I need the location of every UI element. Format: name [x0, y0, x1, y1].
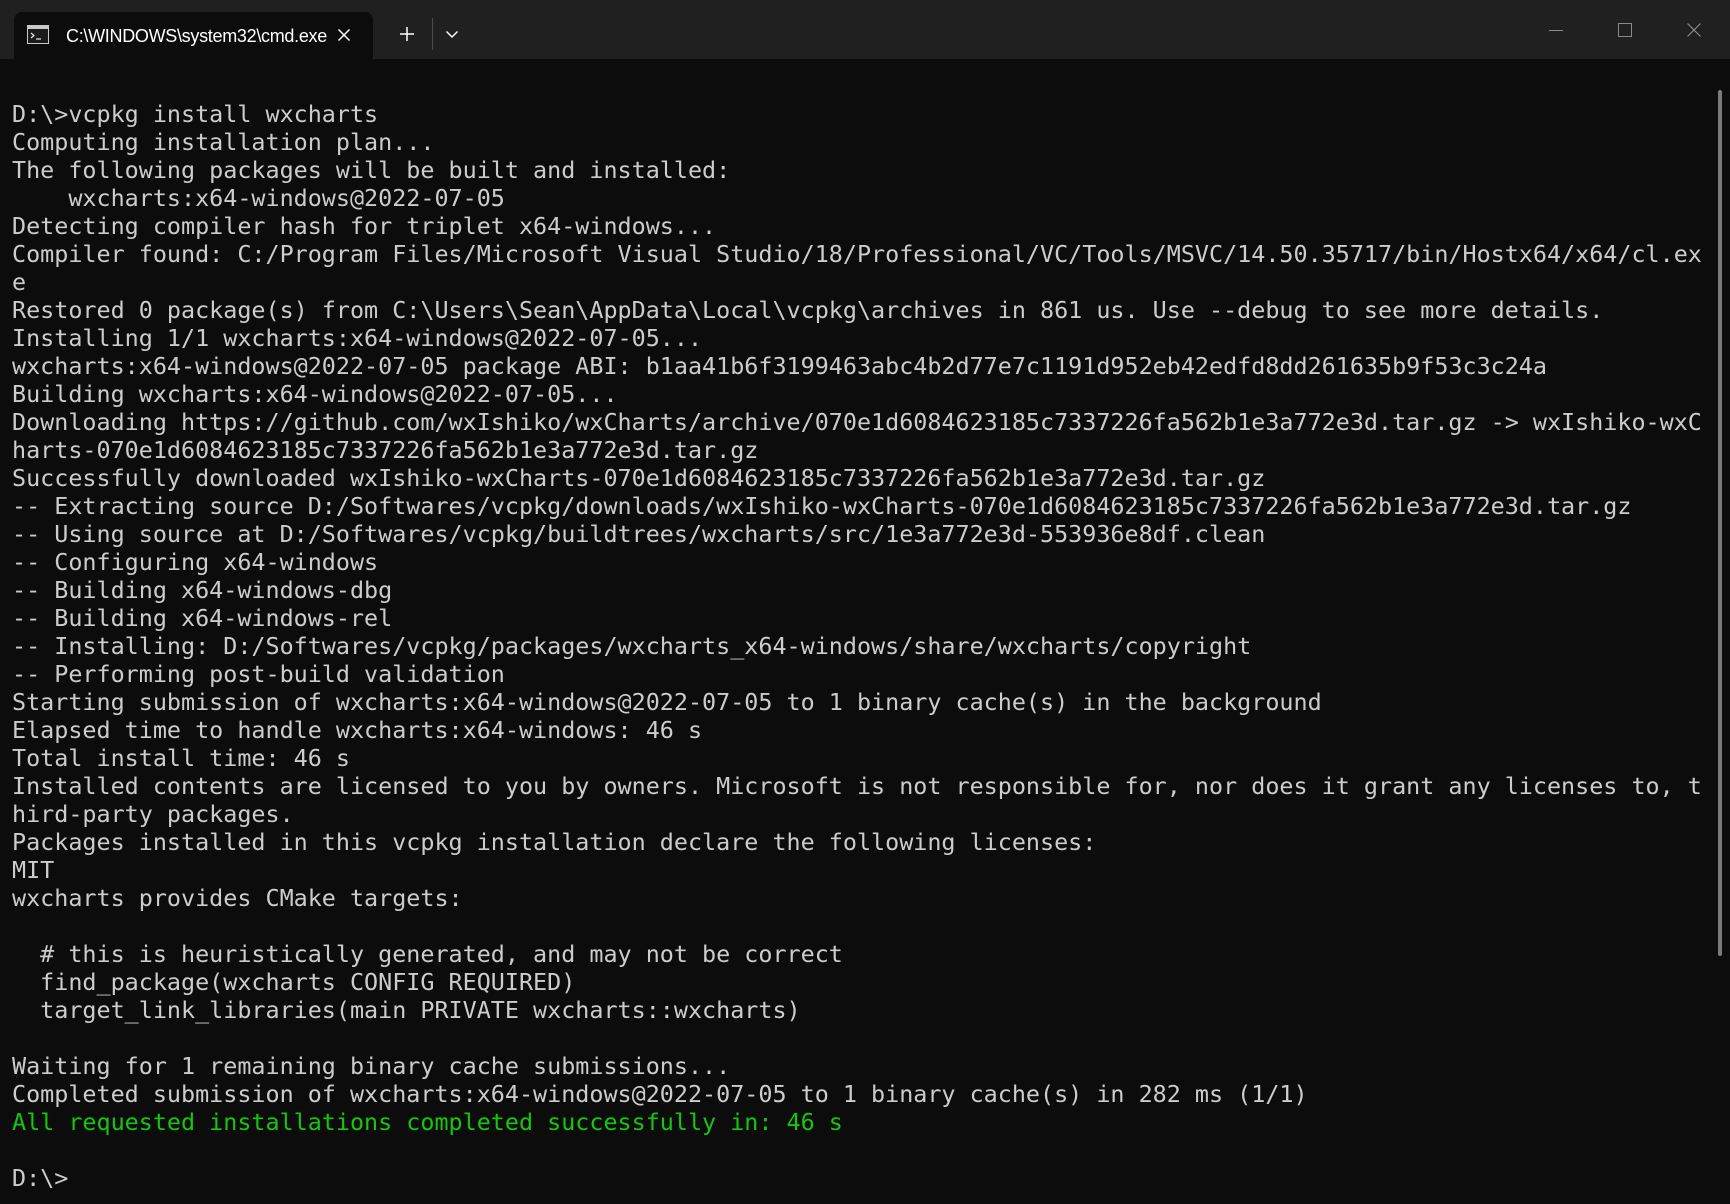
terminal-line: wxcharts provides CMake targets: — [12, 884, 463, 912]
tab-dropdown-button[interactable] — [437, 19, 467, 49]
terminal-line: Installed contents are licensed to you b… — [12, 772, 1702, 800]
vertical-scrollbar[interactable] — [1718, 90, 1722, 956]
new-tab-button[interactable] — [392, 19, 422, 49]
terminal-line: The following packages will be built and… — [12, 156, 731, 184]
maximize-icon — [1618, 22, 1632, 37]
terminal-line: target_link_libraries(main PRIVATE wxcha… — [12, 996, 801, 1024]
title-bar[interactable]: C:\WINDOWS\system32\cmd.exe — [0, 0, 1730, 59]
terminal-line: -- Performing post-build validation — [12, 660, 505, 688]
terminal-icon — [27, 25, 49, 44]
terminal-output: D:\>vcpkg install wxcharts Computing inst… — [12, 100, 1702, 1192]
terminal-line: -- Extracting source D:/Softwares/vcpkg/… — [12, 492, 1632, 520]
terminal-line: Completed submission of wxcharts:x64-win… — [12, 1080, 1308, 1108]
terminal-line: harts-070e1d6084623185c7337226fa562b1e3a… — [12, 436, 759, 464]
terminal-line: Elapsed time to handle wxcharts:x64-wind… — [12, 716, 703, 744]
close-icon — [1687, 22, 1701, 37]
terminal-line: wxcharts:x64-windows@2022-07-05 — [12, 184, 505, 212]
terminal-line: MIT — [12, 856, 55, 884]
terminal-line: Building wxcharts:x64-windows@2022-07-05… — [12, 380, 618, 408]
terminal-line: -- Building x64-windows-dbg — [12, 576, 393, 604]
terminal-line: Downloading https://github.com/wxIshiko/… — [12, 408, 1702, 436]
close-icon — [337, 28, 351, 42]
terminal-line: Computing installation plan... — [12, 128, 435, 156]
terminal-output-area[interactable]: D:\>vcpkg install wxcharts Computing inst… — [0, 59, 1716, 1204]
chevron-down-icon — [445, 30, 459, 38]
terminal-line: e — [12, 268, 27, 296]
terminal-line: Detecting compiler hash for triplet x64-… — [12, 212, 717, 240]
terminal-line: -- Using source at D:/Softwares/vcpkg/bu… — [12, 520, 1266, 548]
minimize-icon — [1549, 29, 1563, 31]
success-message: All requested installations completed su… — [12, 1108, 843, 1136]
plus-icon — [400, 27, 414, 41]
minimize-button[interactable] — [1522, 0, 1590, 59]
terminal-line: Restored 0 package(s) from C:\Users\Sean… — [12, 296, 1604, 324]
command-prompt[interactable]: D:\> — [12, 1164, 1702, 1192]
tab-title: C:\WINDOWS\system32\cmd.exe — [66, 26, 327, 46]
terminal-line: Installing 1/1 wxcharts:x64-windows@2022… — [12, 324, 703, 352]
tab-separator — [432, 18, 433, 50]
terminal-line: find_package(wxcharts CONFIG REQUIRED) — [12, 968, 576, 996]
terminal-line: Starting submission of wxcharts:x64-wind… — [12, 688, 1322, 716]
terminal-line: Successfully downloaded wxIshiko-wxChart… — [12, 464, 1266, 492]
close-window-button[interactable] — [1660, 0, 1728, 59]
terminal-line: Packages installed in this vcpkg install… — [12, 828, 1097, 856]
terminal-window: C:\WINDOWS\system32\cmd.exe D:\>vcpkg in… — [0, 0, 1730, 1204]
maximize-button[interactable] — [1591, 0, 1659, 59]
close-tab-button[interactable] — [332, 23, 356, 47]
terminal-line: Compiler found: C:/Program Files/Microso… — [12, 240, 1702, 268]
terminal-line: D:\>vcpkg install wxcharts — [12, 100, 379, 128]
tab-cmd[interactable]: C:\WINDOWS\system32\cmd.exe — [14, 12, 373, 59]
terminal-line: -- Configuring x64-windows — [12, 548, 379, 576]
terminal-line: wxcharts:x64-windows@2022-07-05 package … — [12, 352, 1547, 380]
terminal-line: Total install time: 46 s — [12, 744, 350, 772]
terminal-line: # this is heuristically generated, and m… — [12, 940, 843, 968]
terminal-line: hird-party packages. — [12, 800, 294, 828]
terminal-line: -- Installing: D:/Softwares/vcpkg/packag… — [12, 632, 1252, 660]
terminal-line: -- Building x64-windows-rel — [12, 604, 393, 632]
terminal-line: Waiting for 1 remaining binary cache sub… — [12, 1052, 731, 1080]
